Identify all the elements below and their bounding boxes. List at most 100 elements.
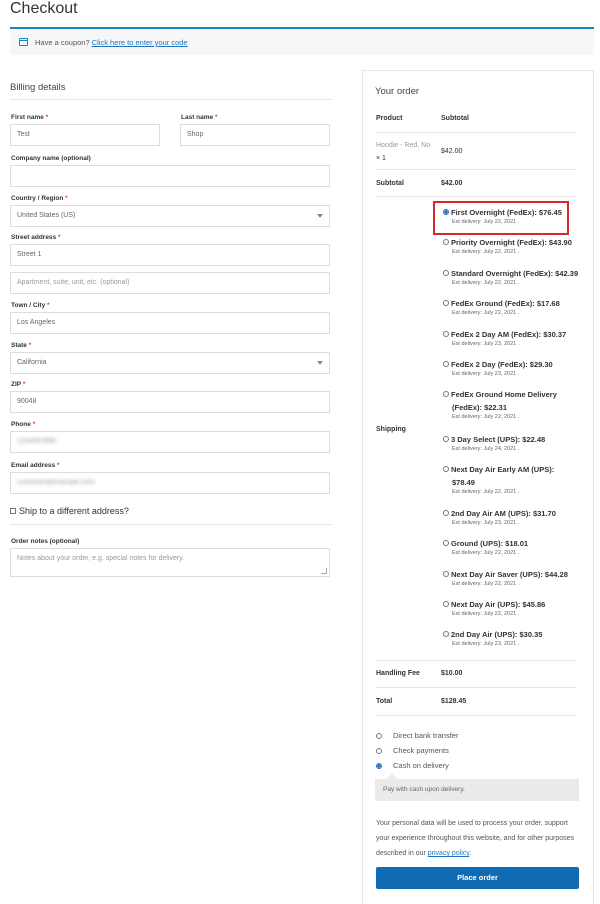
shipping-est: Est delivery: July 22, 2021 . (452, 611, 520, 617)
divider (375, 169, 577, 170)
order-notes-label: Order notes (optional) (11, 538, 80, 545)
shipping-option[interactable]: Next Day Air Early AM (UPS): $78.49 Est … (443, 463, 554, 495)
radio-selected-icon[interactable] (376, 762, 382, 769)
shipping-est: Est delivery: July 22, 2021 . (452, 489, 520, 495)
radio-icon[interactable] (376, 747, 382, 754)
calendar-icon (19, 38, 28, 46)
shipping-option[interactable]: Next Day Air Saver (UPS): $44.28 Est del… (443, 568, 568, 587)
email-input[interactable]: customer@example.com (10, 472, 330, 494)
shipping-option[interactable]: FedEx Ground (FedEx): $17.68 Est deliver… (443, 297, 560, 316)
order-heading: Your order (375, 86, 420, 97)
phone-value: 1234567890 (17, 438, 56, 445)
country-select[interactable]: United States (US) (10, 205, 330, 227)
zip-input[interactable]: 90048 (10, 391, 330, 413)
col-product-header: Product (376, 115, 403, 122)
chevron-down-icon (317, 361, 323, 365)
product-name: Hoodie - Red, No × 1 (376, 142, 431, 162)
order-notes-textarea[interactable]: Notes about your order, e.g. special not… (10, 548, 330, 577)
subtotal-value: $42.00 (441, 180, 463, 187)
radio-icon[interactable] (443, 391, 449, 397)
radio-icon[interactable] (443, 510, 449, 516)
product-subtotal: $42.00 (441, 148, 463, 155)
payment-method-label: Cash on delivery (393, 761, 449, 770)
radio-icon[interactable] (443, 239, 449, 245)
radio-icon[interactable] (443, 631, 449, 637)
shipping-option[interactable]: FedEx 2 Day (FedEx): $29.30 Est delivery… (443, 358, 553, 377)
handling-fee-label: Handling Fee (376, 670, 420, 677)
privacy-notice: Your personal data will be used to proce… (376, 820, 575, 857)
shipping-est: Est delivery: July 23, 2021 . (452, 371, 520, 377)
street-line2-input[interactable]: Apartment, suite, unit, etc. (optional) (10, 272, 330, 294)
shipping-est: Est delivery: July 23, 2021 . (452, 341, 520, 347)
shipping-option-name-cont: $78.49 (452, 478, 475, 487)
city-input[interactable]: Los Angeles (10, 312, 330, 334)
divider (375, 196, 577, 197)
shipping-option[interactable]: FedEx Ground Home Delivery (FedEx): $22.… (443, 388, 557, 420)
shipping-est: Est delivery: July 22, 2021 . (452, 414, 520, 420)
ship-different-label: Ship to a different address? (19, 506, 129, 516)
payment-method-bank[interactable]: Direct bank transfer (376, 731, 458, 740)
radio-icon[interactable] (443, 436, 449, 442)
payment-method-label: Direct bank transfer (393, 731, 459, 740)
phone-label: Phone * (11, 421, 36, 428)
phone-input[interactable]: 1234567890 (10, 431, 330, 453)
shipping-option-name-cont: (FedEx): $22.31 (452, 403, 508, 412)
privacy-policy-link[interactable]: privacy policy (428, 850, 470, 857)
chevron-down-icon (317, 214, 323, 218)
city-label: Town / City * (11, 302, 50, 309)
email-value: customer@example.com (17, 479, 95, 486)
last-name-label: Last name * (181, 114, 218, 121)
radio-icon[interactable] (443, 601, 449, 607)
first-name-label: First name * (11, 114, 49, 121)
payment-method-cod[interactable]: Cash on delivery (376, 761, 449, 770)
shipping-option[interactable]: 2nd Day Air (UPS): $30.35 Est delivery: … (443, 628, 542, 647)
radio-icon[interactable] (376, 732, 382, 739)
coupon-prompt: Have a coupon? (35, 38, 90, 47)
coupon-link[interactable]: Click here to enter your code (92, 38, 188, 47)
radio-icon[interactable] (443, 331, 449, 337)
shipping-option[interactable]: Ground (UPS): $18.01 Est delivery: July … (443, 537, 528, 556)
ship-different-checkbox[interactable] (10, 508, 16, 514)
radio-icon[interactable] (443, 540, 449, 546)
street-input[interactable]: Street 1 (10, 244, 330, 266)
shipping-option[interactable]: Priority Overnight (FedEx): $43.90 Est d… (443, 236, 572, 255)
company-label: Company name (optional) (11, 155, 91, 162)
billing-heading: Billing details (10, 82, 66, 93)
selected-shipping-highlight (433, 201, 569, 235)
shipping-est: Est delivery: July 23, 2021 . (452, 641, 520, 647)
radio-icon[interactable] (443, 571, 449, 577)
shipping-option[interactable]: FedEx 2 Day AM (FedEx): $30.37 Est deliv… (443, 328, 566, 347)
resize-grip-icon[interactable] (321, 568, 327, 574)
shipping-option[interactable]: Standard Overnight (FedEx): $42.39 Est d… (443, 267, 578, 286)
company-input[interactable] (10, 165, 330, 187)
radio-icon[interactable] (443, 361, 449, 367)
place-order-button[interactable]: Place order (376, 867, 579, 889)
divider (375, 660, 577, 661)
radio-icon[interactable] (443, 270, 449, 276)
shipping-est: Est delivery: July 22, 2021 . (452, 550, 520, 556)
shipping-option[interactable]: 3 Day Select (UPS): $22.48 Est delivery:… (443, 433, 545, 452)
payment-method-check[interactable]: Check payments (376, 746, 449, 755)
shipping-option[interactable]: Next Day Air (UPS): $45.86 Est delivery:… (443, 598, 545, 617)
first-name-input[interactable]: Test (10, 124, 160, 146)
country-value: United States (US) (17, 212, 76, 219)
divider (375, 132, 577, 133)
state-select[interactable]: California (10, 352, 330, 374)
subtotal-label: Subtotal (376, 180, 404, 187)
divider (375, 687, 577, 688)
email-label: Email address * (11, 462, 60, 469)
product-qty: × 1 (376, 155, 386, 162)
radio-icon[interactable] (443, 466, 449, 472)
street-label: Street address * (11, 234, 61, 241)
coupon-text: Have a coupon? Click here to enter your … (35, 38, 188, 47)
page-title: Checkout (10, 0, 78, 17)
state-label: State * (11, 342, 32, 349)
ship-different-address[interactable]: Ship to a different address? (10, 506, 129, 516)
shipping-est: Est delivery: July 22, 2021 . (452, 581, 520, 587)
last-name-input[interactable]: Shop (180, 124, 330, 146)
col-subtotal-header: Subtotal (441, 115, 469, 122)
shipping-option[interactable]: 2nd Day Air AM (UPS): $31.70 Est deliver… (443, 507, 556, 526)
shipping-est: Est delivery: July 23, 2021 . (452, 520, 520, 526)
radio-icon[interactable] (443, 300, 449, 306)
total-label: Total (376, 698, 393, 705)
